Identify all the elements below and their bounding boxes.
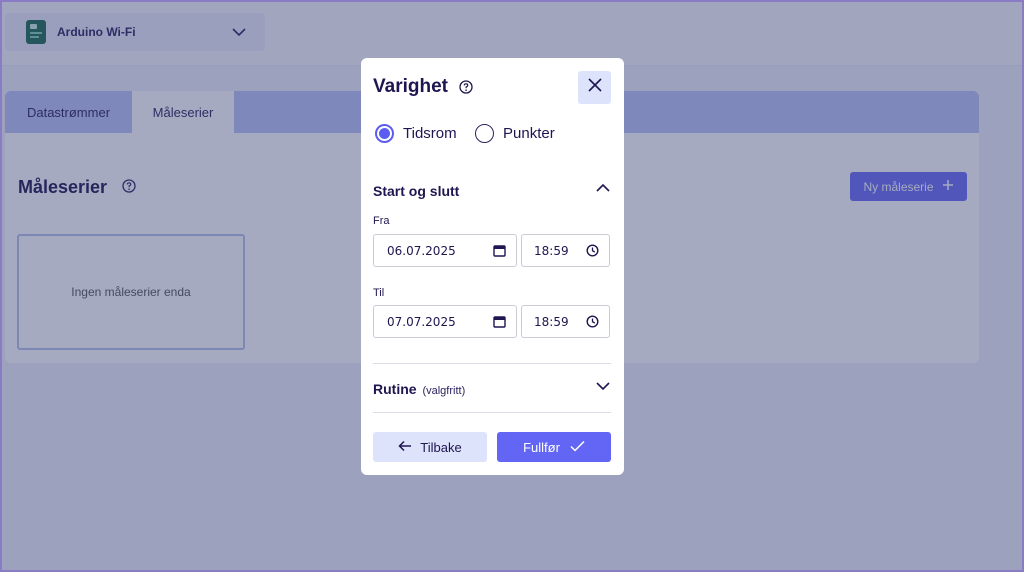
back-button[interactable]: Tilbake	[373, 432, 487, 462]
radio-button-checked[interactable]	[375, 124, 394, 143]
accordion-title: Rutine (valgfritt)	[373, 381, 465, 397]
clock-icon[interactable]	[586, 315, 599, 331]
accordion-title: Start og slutt	[373, 182, 460, 199]
from-time-value: 18:59	[534, 243, 569, 258]
help-icon[interactable]	[459, 80, 473, 99]
to-label: Til	[373, 287, 385, 299]
to-date-input[interactable]: 07.07.2025	[373, 305, 517, 338]
to-date-value: 07.07.2025	[387, 314, 456, 329]
chevron-down-icon	[595, 378, 611, 399]
chevron-up-icon	[595, 180, 611, 201]
clock-icon[interactable]	[586, 244, 599, 260]
from-label: Fra	[373, 215, 390, 227]
close-icon	[587, 78, 602, 97]
radio-label: Punkter	[503, 125, 555, 142]
close-button[interactable]	[578, 71, 611, 104]
arrow-left-icon	[398, 440, 412, 455]
calendar-icon[interactable]	[493, 315, 506, 331]
accordion-routine[interactable]: Rutine (valgfritt)	[373, 378, 611, 399]
check-icon	[570, 440, 585, 455]
radio-points[interactable]: Punkter	[475, 124, 555, 143]
to-time-input[interactable]: 18:59	[521, 305, 610, 338]
back-label: Tilbake	[420, 439, 462, 455]
divider	[373, 363, 611, 364]
from-time-input[interactable]: 18:59	[521, 234, 610, 267]
from-date-input[interactable]: 06.07.2025	[373, 234, 517, 267]
accordion-start-end[interactable]: Start og slutt	[373, 180, 611, 201]
routine-title: Rutine	[373, 380, 417, 397]
app-frame: Arduino Wi-Fi Datastrømmer Måleserier Må…	[0, 0, 1024, 572]
radio-button[interactable]	[475, 124, 494, 143]
radio-label: Tidsrom	[403, 125, 457, 142]
from-date-value: 06.07.2025	[387, 243, 456, 258]
finish-label: Fullfør	[523, 439, 560, 455]
dialog-title: Varighet	[373, 76, 448, 97]
finish-button[interactable]: Fullfør	[497, 432, 611, 462]
divider	[373, 412, 611, 413]
to-time-value: 18:59	[534, 314, 569, 329]
radio-time-range[interactable]: Tidsrom	[375, 124, 457, 143]
calendar-icon[interactable]	[493, 244, 506, 260]
routine-optional: (valgfritt)	[422, 384, 466, 397]
duration-dialog: Varighet Tidsrom Punkter Start og slutt …	[361, 58, 624, 475]
